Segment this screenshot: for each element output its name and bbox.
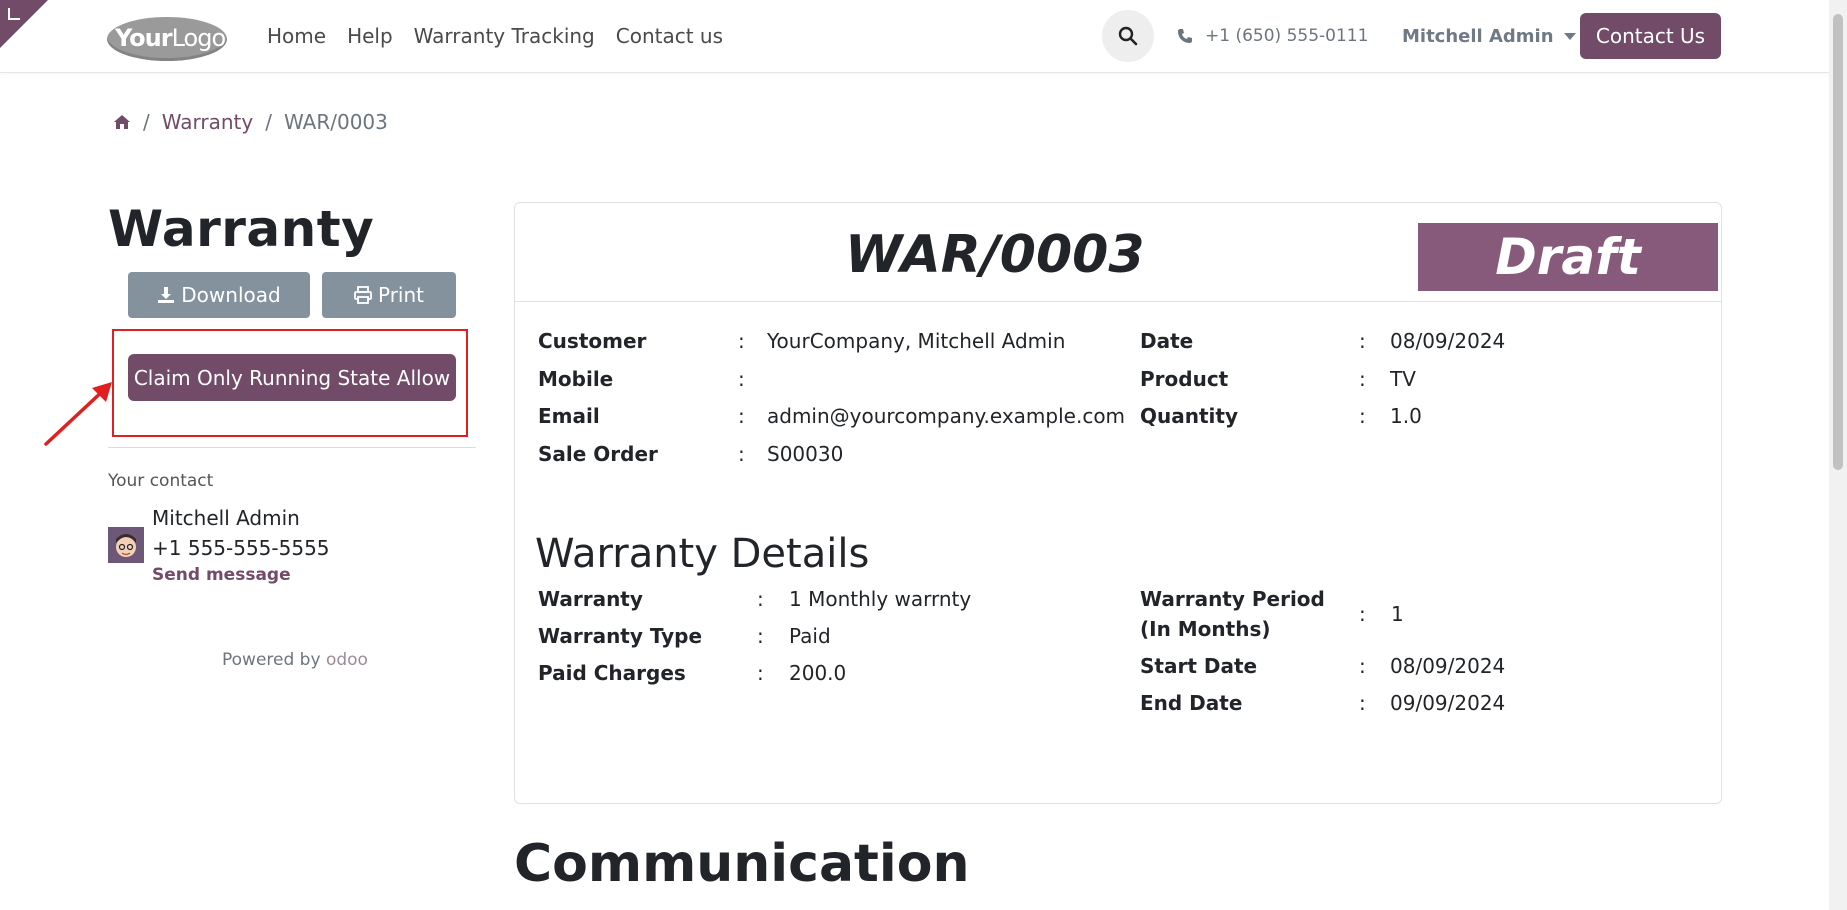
contact-name: Mitchell Admin bbox=[152, 506, 300, 530]
field-value: 200.0 bbox=[789, 661, 847, 685]
user-name: Mitchell Admin bbox=[1402, 26, 1554, 47]
field-label: Email bbox=[538, 404, 600, 428]
field-label: Date bbox=[1140, 329, 1194, 353]
sidebar-divider bbox=[108, 447, 476, 448]
field-label: Warranty Period bbox=[1140, 587, 1325, 611]
warranty-number: WAR/0003 bbox=[845, 225, 1145, 285]
powered-by[interactable]: Powered by odoo bbox=[222, 650, 368, 670]
field-label: Customer bbox=[538, 329, 647, 353]
field-value: 09/09/2024 bbox=[1390, 691, 1506, 715]
field-value: Paid bbox=[789, 624, 831, 648]
nav-warranty-tracking[interactable]: Warranty Tracking bbox=[414, 24, 595, 48]
field-colon: : bbox=[1359, 329, 1366, 353]
main-nav: Home Help Warranty Tracking Contact us bbox=[267, 24, 744, 48]
field-colon: : bbox=[738, 404, 745, 428]
search-button[interactable] bbox=[1102, 10, 1154, 62]
download-button[interactable]: Download bbox=[128, 272, 310, 318]
field-colon: : bbox=[757, 587, 764, 611]
claim-button[interactable]: Claim Only Running State Allow bbox=[128, 354, 456, 401]
scrollbar-thumb[interactable] bbox=[1833, 14, 1843, 470]
chevron-down-icon bbox=[1563, 33, 1576, 40]
sidebar-title: Warranty bbox=[108, 200, 375, 258]
field-value: 1.0 bbox=[1390, 404, 1422, 428]
company-logo[interactable]: YourLogo bbox=[107, 17, 227, 61]
user-menu[interactable]: Mitchell Admin bbox=[1402, 26, 1576, 47]
contact-phone: +1 555-555-5555 bbox=[152, 536, 330, 560]
warranty-details-heading: Warranty Details bbox=[535, 531, 870, 578]
field-colon: : bbox=[757, 624, 764, 648]
field-label: Warranty Type bbox=[538, 624, 703, 648]
warranty-card: WAR/0003 Draft bbox=[514, 202, 1722, 804]
field-label: Warranty bbox=[538, 587, 643, 611]
your-contact-label: Your contact bbox=[108, 471, 214, 491]
avatar bbox=[108, 527, 144, 563]
field-colon: : bbox=[738, 442, 745, 466]
field-value: TV bbox=[1390, 367, 1416, 391]
phone-icon bbox=[1178, 29, 1192, 43]
print-label: Print bbox=[377, 283, 424, 307]
breadcrumb-warranty[interactable]: Warranty bbox=[162, 110, 253, 134]
field-label: Start Date bbox=[1140, 654, 1258, 678]
breadcrumb-separator: / bbox=[265, 110, 272, 134]
field-label-continued: (In Months) bbox=[1140, 617, 1271, 641]
card-header: WAR/0003 Draft bbox=[515, 203, 1721, 302]
field-label: Mobile bbox=[538, 367, 614, 391]
field-value: admin@yourcompany.example.com bbox=[767, 404, 1126, 428]
field-label: Sale Order bbox=[538, 442, 658, 466]
field-value: 1 Monthly warrnty bbox=[789, 587, 972, 611]
field-label: Product bbox=[1140, 367, 1229, 391]
field-colon: : bbox=[1359, 654, 1366, 678]
field-colon: : bbox=[1359, 367, 1366, 391]
home-icon[interactable] bbox=[113, 114, 131, 130]
status-badge: Draft bbox=[1418, 223, 1718, 291]
avatar-face-icon bbox=[108, 527, 144, 563]
field-label: Paid Charges bbox=[538, 661, 686, 685]
print-button[interactable]: Print bbox=[322, 272, 456, 318]
print-icon bbox=[354, 286, 372, 304]
header-phone[interactable]: +1 (650) 555-0111 bbox=[1177, 26, 1368, 46]
field-label: Quantity bbox=[1140, 404, 1238, 428]
field-value: 1 bbox=[1391, 602, 1404, 626]
breadcrumb-separator: / bbox=[143, 110, 150, 134]
field-value: 08/09/2024 bbox=[1390, 654, 1506, 678]
powered-by-text: Powered by bbox=[222, 650, 321, 670]
annotation-arrow-icon bbox=[44, 382, 112, 446]
field-colon: : bbox=[1359, 691, 1366, 715]
field-value: S00030 bbox=[767, 442, 844, 466]
field-colon: : bbox=[738, 367, 745, 391]
top-navbar: YourLogo Home Help Warranty Tracking Con… bbox=[0, 0, 1829, 73]
field-value: YourCompany, Mitchell Admin bbox=[767, 329, 1066, 353]
send-message-link[interactable]: Send message bbox=[152, 565, 291, 585]
field-colon: : bbox=[1359, 404, 1366, 428]
download-label: Download bbox=[181, 283, 281, 307]
download-icon bbox=[158, 287, 175, 303]
field-value: 08/09/2024 bbox=[1390, 329, 1506, 353]
contact-us-button[interactable]: Contact Us bbox=[1580, 13, 1721, 59]
field-colon: : bbox=[738, 329, 745, 353]
breadcrumb: / Warranty / WAR/0003 bbox=[113, 110, 388, 134]
phone-number: +1 (650) 555-0111 bbox=[1205, 26, 1369, 46]
search-icon bbox=[1118, 26, 1138, 46]
nav-home[interactable]: Home bbox=[267, 24, 326, 48]
nav-help[interactable]: Help bbox=[347, 24, 393, 48]
field-colon: : bbox=[1359, 602, 1366, 626]
communication-heading: Communication bbox=[514, 834, 970, 894]
breadcrumb-current: WAR/0003 bbox=[283, 110, 388, 134]
logo-text: YourLogo bbox=[115, 24, 226, 52]
field-colon: : bbox=[757, 661, 764, 685]
sidebar: Warranty bbox=[108, 200, 476, 258]
odoo-logo: odoo bbox=[325, 650, 368, 670]
field-label: End Date bbox=[1140, 691, 1243, 715]
nav-contact-us[interactable]: Contact us bbox=[616, 24, 723, 48]
